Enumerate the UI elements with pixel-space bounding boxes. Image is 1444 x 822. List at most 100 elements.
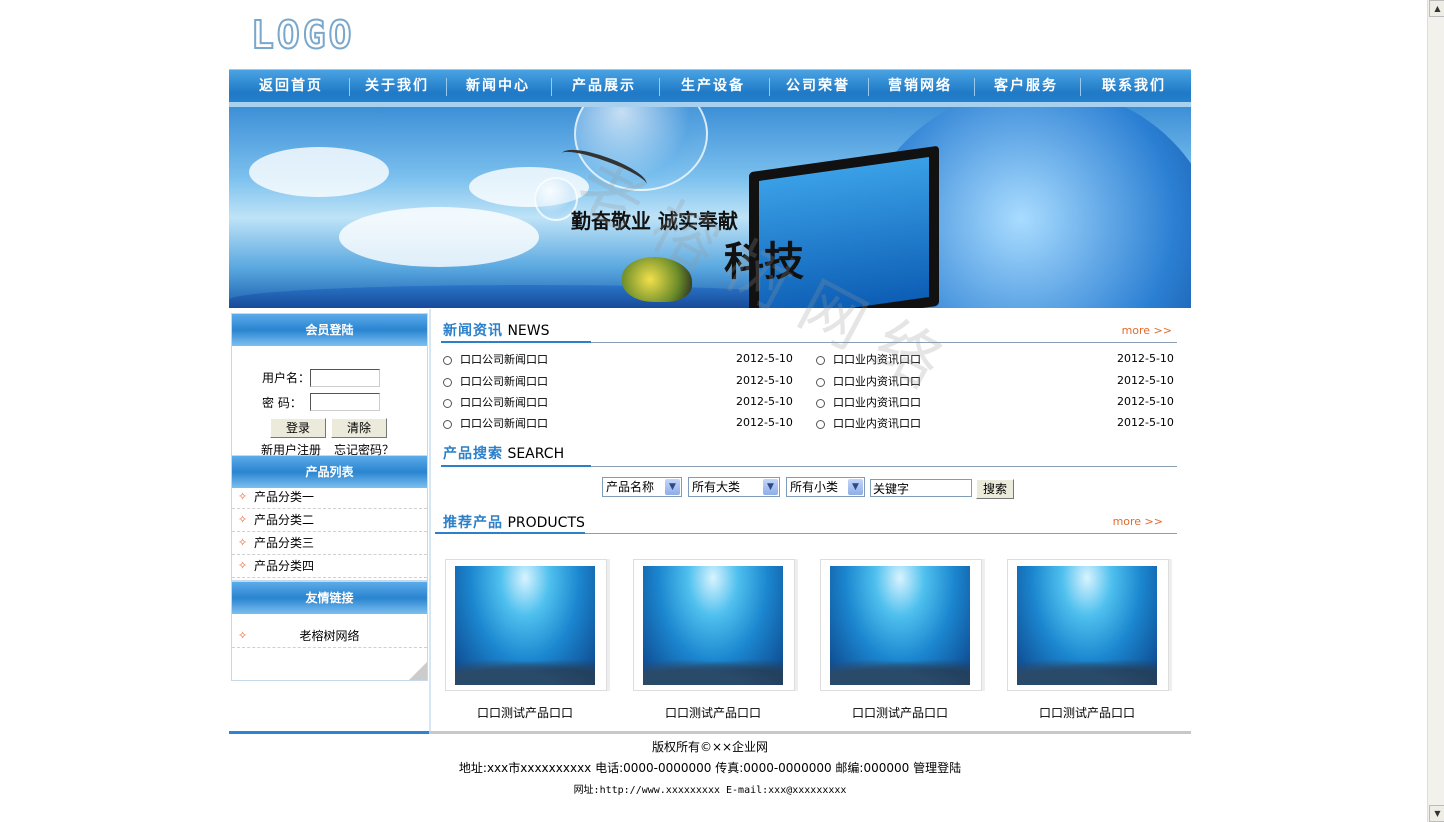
vertical-scrollbar[interactable]: ▲ ▼ <box>1427 0 1444 822</box>
product-name[interactable]: 口口测试产品口口 <box>633 704 793 721</box>
news-title[interactable]: 口口公司新闻口口 <box>460 353 548 366</box>
news-item[interactable]: 口口公司新闻口口 <box>443 394 548 410</box>
chevron-down-icon: ▼ <box>763 479 778 495</box>
products-divider <box>435 532 1177 534</box>
search-heading-en: SEARCH <box>507 446 565 462</box>
footer-copyright: 版权所有©××企业网 <box>651 740 769 754</box>
product-name[interactable]: 口口测试产品口口 <box>445 704 605 721</box>
banner: 勤奋敬业 诚实奉献 科技 <box>229 107 1191 308</box>
category-item[interactable]: ✧ 产品分类二 <box>232 509 427 532</box>
bullet-star-icon: ✧ <box>238 490 248 503</box>
news-date: 2012-5-10 <box>1117 416 1174 429</box>
clear-button[interactable]: 清除 <box>331 418 387 438</box>
nav-honors[interactable]: 公司荣誉 <box>769 70 867 102</box>
product-name[interactable]: 口口测试产品口口 <box>820 704 980 721</box>
news-title[interactable]: 口口公司新闻口口 <box>460 396 548 409</box>
bullet-circle-icon <box>443 355 452 365</box>
username-input[interactable] <box>310 369 380 387</box>
news-item[interactable]: 口口公司新闻口口 <box>443 415 548 431</box>
news-title[interactable]: 口口公司新闻口口 <box>460 417 548 430</box>
news-item[interactable]: 口口业内资讯口口 <box>816 394 921 410</box>
bullet-circle-icon <box>816 419 825 429</box>
bullet-circle-icon <box>816 377 825 387</box>
password-label: 密 码： <box>262 396 302 410</box>
category-box: 产品列表 ✧ 产品分类一 ✧ 产品分类二 ✧ 产品分类三 ✧ 产品分类四 <box>231 456 428 581</box>
product-image[interactable] <box>643 566 783 685</box>
category-label[interactable]: 产品分类四 <box>254 555 314 577</box>
product-image[interactable] <box>455 566 595 685</box>
products-more-link[interactable]: more >> <box>1113 515 1163 528</box>
links-box: 友情链接 ✧ 老榕树网络 <box>231 581 428 681</box>
nav-home[interactable]: 返回首页 <box>241 70 341 102</box>
password-input[interactable] <box>310 393 380 411</box>
news-item[interactable]: 口口业内资讯口口 <box>816 415 921 431</box>
nav-news[interactable]: 新闻中心 <box>446 70 550 102</box>
news-more-link[interactable]: more >> <box>1122 324 1172 337</box>
product-image[interactable] <box>830 566 970 685</box>
logo[interactable]: LOGO <box>250 12 355 58</box>
category-item[interactable]: ✧ 产品分类三 <box>232 532 427 555</box>
minor-category-select[interactable]: 所有小类 ▼ <box>786 477 865 497</box>
friend-link-item[interactable]: ✧ 老榕树网络 <box>232 625 427 648</box>
bullet-circle-icon <box>816 355 825 365</box>
news-item[interactable]: 口口公司新闻口口 <box>443 373 548 389</box>
banner-slogan-tech: 科技 <box>724 238 804 285</box>
bullet-star-icon: ✧ <box>238 559 248 572</box>
product-card[interactable] <box>633 559 795 691</box>
product-card[interactable] <box>445 559 607 691</box>
keyword-input[interactable] <box>870 479 972 497</box>
news-title[interactable]: 口口业内资讯口口 <box>833 353 921 366</box>
category-label[interactable]: 产品分类一 <box>254 486 314 508</box>
news-title[interactable]: 口口业内资讯口口 <box>833 396 921 409</box>
news-title[interactable]: 口口公司新闻口口 <box>460 375 548 388</box>
major-select-value: 所有大类 <box>692 480 741 494</box>
nav-marketing[interactable]: 营销网络 <box>868 70 972 102</box>
nav-equipment[interactable]: 生产设备 <box>659 70 767 102</box>
main-nav: 返回首页 关于我们 新闻中心 产品展示 生产设备 公司荣誉 营销网络 客户服务 … <box>229 69 1191 108</box>
category-title: 产品列表 <box>232 456 427 488</box>
news-title[interactable]: 口口业内资讯口口 <box>833 417 921 430</box>
search-button[interactable]: 搜索 <box>976 479 1014 499</box>
nav-service[interactable]: 客户服务 <box>974 70 1078 102</box>
search-divider <box>441 465 1177 467</box>
minor-select-value: 所有小类 <box>790 480 839 494</box>
news-item[interactable]: 口口公司新闻口口 <box>443 351 548 367</box>
news-item[interactable]: 口口业内资讯口口 <box>816 373 921 389</box>
cloud <box>339 207 539 267</box>
category-label[interactable]: 产品分类二 <box>254 509 314 531</box>
news-item[interactable]: 口口业内资讯口口 <box>816 351 921 367</box>
product-card[interactable] <box>1007 559 1169 691</box>
banner-slogan: 勤奋敬业 诚实奉献 <box>571 209 738 233</box>
major-category-select[interactable]: 所有大类 ▼ <box>688 477 780 497</box>
products-heading-cn: 推荐产品 <box>443 515 503 531</box>
news-date: 2012-5-10 <box>736 416 793 429</box>
product-card[interactable] <box>820 559 982 691</box>
category-item[interactable]: ✧ 产品分类一 <box>232 486 427 509</box>
links-title: 友情链接 <box>232 582 427 614</box>
login-button[interactable]: 登录 <box>270 418 326 438</box>
nav-about[interactable]: 关于我们 <box>349 70 445 102</box>
news-title[interactable]: 口口业内资讯口口 <box>833 375 921 388</box>
field-select[interactable]: 产品名称 ▼ <box>602 477 682 497</box>
field-select-value: 产品名称 <box>606 480 655 494</box>
nav-products[interactable]: 产品展示 <box>551 70 657 102</box>
nav-contact[interactable]: 联系我们 <box>1080 70 1188 102</box>
bullet-star-icon: ✧ <box>238 536 248 549</box>
search-heading-cn: 产品搜索 <box>443 446 503 462</box>
chevron-down-icon: ▼ <box>848 479 863 495</box>
scroll-up-icon[interactable]: ▲ <box>1429 0 1444 17</box>
username-label: 用户名： <box>262 371 311 385</box>
product-image[interactable] <box>1017 566 1157 685</box>
news-date: 2012-5-10 <box>1117 374 1174 387</box>
water-splash <box>229 285 829 308</box>
category-label[interactable]: 产品分类三 <box>254 532 314 554</box>
product-name[interactable]: 口口测试产品口口 <box>1007 704 1167 721</box>
footer-contact: 地址:xxx市xxxxxxxxxx 电话:0000-0000000 传真:000… <box>458 761 962 775</box>
friend-link[interactable]: 老榕树网络 <box>299 629 359 643</box>
bullet-star-icon: ✧ <box>238 513 248 526</box>
sidebar: 会员登陆 用户名： 密 码： 登录 清除 新用户注册 忘记密码？ 产品列表 ✧ 产… <box>229 309 431 734</box>
category-item[interactable]: ✧ 产品分类四 <box>232 555 427 578</box>
news-date: 2012-5-10 <box>1117 352 1174 365</box>
scroll-down-icon[interactable]: ▼ <box>1429 805 1444 822</box>
news-date: 2012-5-10 <box>736 395 793 408</box>
